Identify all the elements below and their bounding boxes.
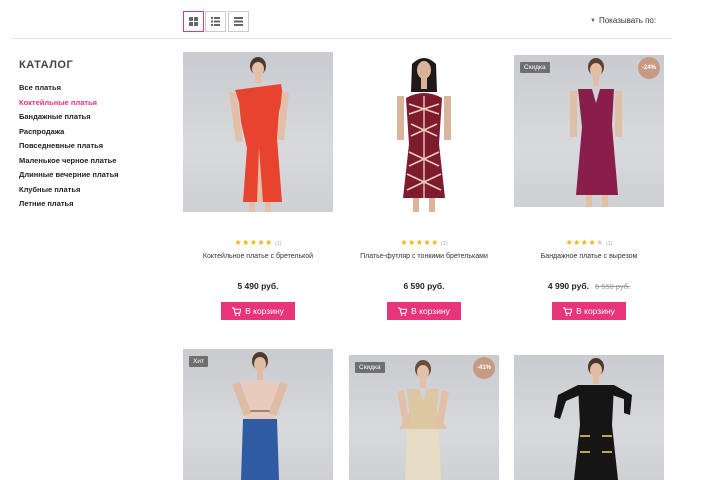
product-rating: ★★★★★ (1)	[400, 238, 448, 247]
category-item-cocktail[interactable]: Коктейльные платья	[19, 97, 119, 112]
list-icon	[211, 17, 220, 26]
add-to-cart-button[interactable]: В корзину	[552, 302, 626, 320]
product-name[interactable]: Платье-футляр с тонкими бретельками	[354, 252, 494, 261]
compact-list-icon	[234, 17, 243, 26]
category-item-all[interactable]: Все платья	[19, 82, 119, 97]
grid-icon	[189, 17, 198, 26]
catalog-title: КАТАЛОГ	[19, 59, 74, 71]
category-item-long-evening[interactable]: Длинные вечерние платья	[19, 169, 119, 184]
product-image[interactable]: Скидка -41%	[349, 355, 499, 480]
old-price: 6 550 руб.	[594, 282, 631, 291]
product-card	[514, 355, 664, 480]
add-to-cart-button[interactable]: В корзину	[221, 302, 295, 320]
cart-icon	[232, 306, 242, 316]
star-icon: ★★★★★	[400, 238, 439, 247]
product-image[interactable]: Хит	[183, 349, 333, 480]
product-image[interactable]	[349, 52, 499, 212]
star-empty-icon: ★	[596, 238, 604, 247]
sort-selector[interactable]: ▼ Показывать по:	[590, 16, 656, 25]
category-item-sale[interactable]: Распродажа	[19, 126, 119, 141]
star-icon: ★★★★★	[234, 238, 273, 247]
product-card: Скидка -24%	[514, 55, 664, 207]
cart-icon	[563, 306, 573, 316]
category-list: Все платья Коктейльные платья Бандажные …	[19, 82, 119, 213]
product-name[interactable]: Коктейльное платье с бретелькой	[188, 252, 328, 261]
product-image[interactable]	[183, 52, 333, 212]
product-price: 5 490 руб.	[237, 281, 279, 291]
category-item-casual[interactable]: Повседневные платья	[19, 140, 119, 155]
add-to-cart-button[interactable]: В корзину	[387, 302, 461, 320]
sale-badge: Скидка	[355, 362, 385, 373]
grid-view-button[interactable]	[183, 11, 204, 32]
product-price: 4 990 руб. 6 550 руб.	[547, 281, 631, 291]
chevron-down-icon: ▼	[590, 17, 596, 24]
cart-icon	[398, 306, 408, 316]
product-card: Хит	[183, 349, 333, 480]
category-item-club[interactable]: Клубные платья	[19, 184, 119, 199]
product-card	[183, 52, 333, 212]
star-icon: ★★★★	[565, 238, 597, 247]
sort-label: Показывать по:	[598, 16, 657, 25]
discount-badge: -41%	[473, 357, 495, 379]
sale-badge: Скидка	[520, 62, 550, 73]
product-card: Скидка -41%	[349, 355, 499, 480]
list-view-button[interactable]	[205, 11, 226, 32]
product-image[interactable]: Скидка -24%	[514, 55, 664, 207]
compact-view-button[interactable]	[228, 11, 249, 32]
product-price: 6 590 руб.	[403, 281, 445, 291]
product-rating: ★★★★★ (1)	[565, 238, 613, 247]
category-item-little-black[interactable]: Маленькое черное платье	[19, 155, 119, 170]
product-image[interactable]	[514, 355, 664, 480]
category-item-summer[interactable]: Летние платья	[19, 198, 119, 213]
product-rating: ★★★★★ (1)	[234, 238, 282, 247]
category-item-bandage[interactable]: Бандажные платья	[19, 111, 119, 126]
product-name[interactable]: Бандажное платье с вырезом	[519, 252, 659, 261]
discount-badge: -24%	[638, 57, 660, 79]
divider	[12, 38, 672, 39]
hit-badge: Хит	[189, 356, 208, 367]
product-card	[349, 52, 499, 212]
